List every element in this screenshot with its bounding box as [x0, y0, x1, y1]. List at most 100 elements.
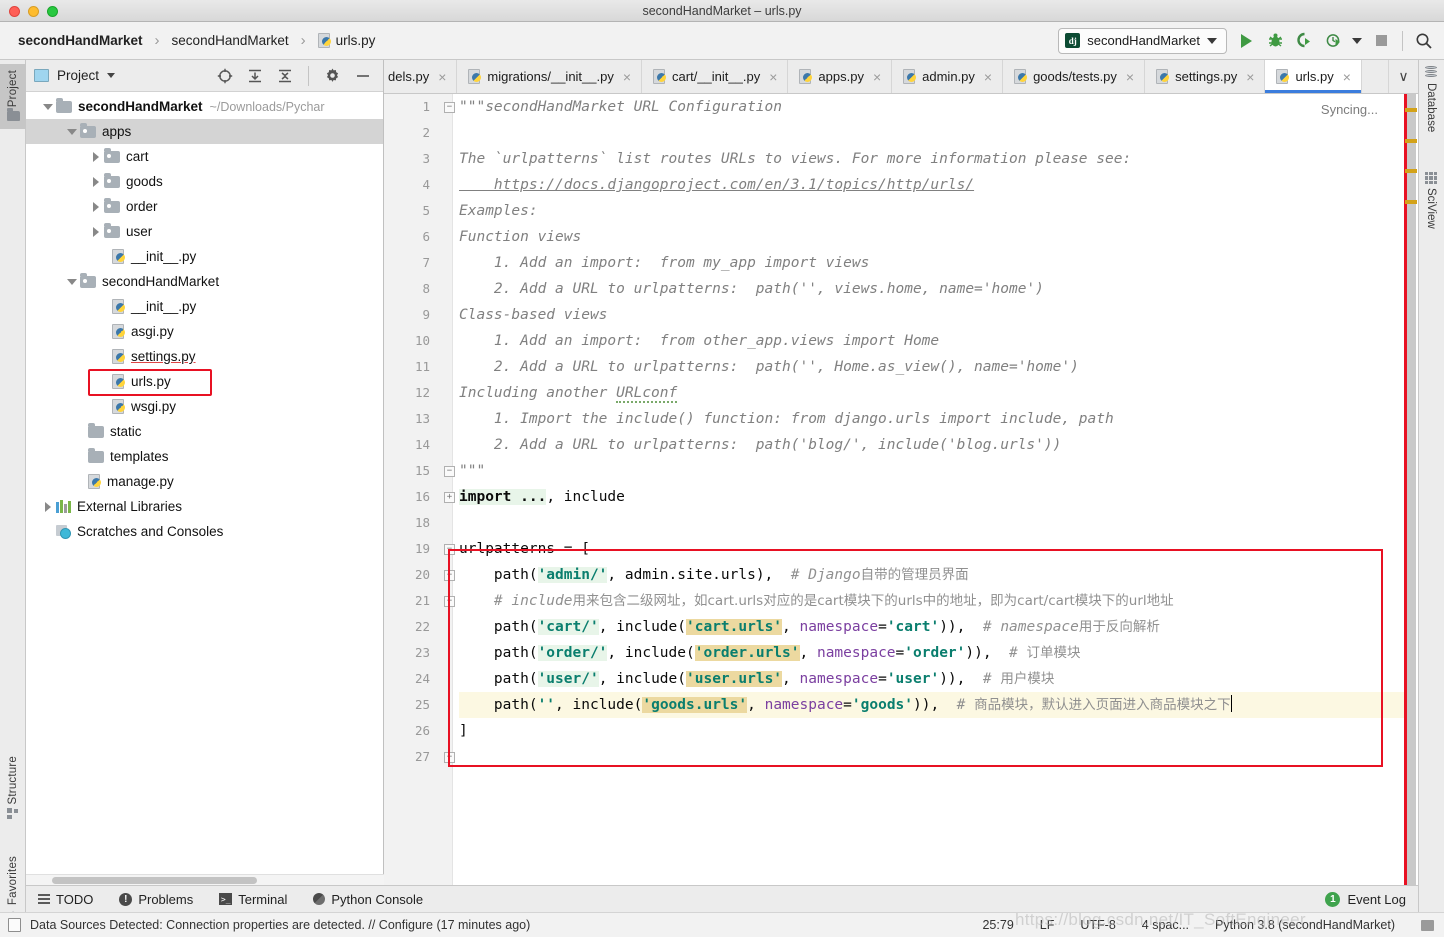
close-window-button[interactable] [9, 6, 20, 17]
editor-tab-goods-tests[interactable]: goods/tests.py × [1003, 60, 1146, 93]
pycharm-window: secondHandMarket – urls.py secondHandMar… [0, 0, 1444, 937]
close-icon[interactable]: × [1343, 70, 1351, 84]
expand-arrow-icon[interactable] [40, 103, 56, 110]
collapse-all-icon[interactable] [276, 67, 293, 84]
bottom-tab-terminal[interactable]: >_ Terminal [219, 892, 287, 907]
tree-item-external-libraries[interactable]: External Libraries [26, 494, 383, 519]
tree-item-goods[interactable]: goods [26, 169, 383, 194]
expand-all-icon[interactable] [246, 67, 263, 84]
warning-marker[interactable] [1405, 139, 1417, 143]
tree-item-user[interactable]: user [26, 219, 383, 244]
profile-dropdown-icon[interactable] [1352, 37, 1362, 44]
expand-arrow-icon[interactable] [64, 278, 80, 285]
tree-item-scratches[interactable]: Scratches and Consoles [26, 519, 383, 544]
sidebar-tab-structure[interactable]: Structure [0, 750, 26, 825]
caret-position[interactable]: 25:79 [982, 918, 1013, 932]
editor-tab-settings[interactable]: settings.py × [1145, 60, 1266, 93]
tree-item-wsgi[interactable]: wsgi.py [26, 394, 383, 419]
bottom-tab-python-console[interactable]: Python Console [313, 892, 423, 907]
maximize-window-button[interactable] [47, 6, 58, 17]
bottom-tab-todo[interactable]: TODO [38, 892, 93, 907]
expand-arrow-icon[interactable] [40, 501, 56, 512]
close-icon[interactable]: × [769, 70, 777, 84]
lock-icon[interactable] [1421, 919, 1434, 931]
status-message[interactable]: Data Sources Detected: Connection proper… [30, 918, 530, 932]
warning-marker[interactable] [1405, 200, 1417, 204]
code-docstring-link[interactable]: https://docs.djangoproject.com/en/3.1/to… [459, 177, 974, 193]
scrollbar-thumb[interactable] [52, 877, 257, 884]
line-separator[interactable]: LF [1040, 918, 1055, 932]
tree-item-cart[interactable]: cart [26, 144, 383, 169]
code-line: 2. Add a URL to urlpatterns: path('', Ho… [459, 354, 1418, 380]
minimize-window-button[interactable] [28, 6, 39, 17]
tree-item-asgi[interactable]: asgi.py [26, 319, 383, 344]
tree-item-order[interactable]: order [26, 194, 383, 219]
tree-item-settings[interactable]: settings.py [26, 344, 383, 369]
tree-item-secondhandmarket-root[interactable]: secondHandMarket ~/Downloads/Pychar [26, 94, 383, 119]
editor-tab-overflow-icon[interactable]: ∨ [1388, 60, 1418, 93]
stop-icon[interactable] [1371, 31, 1391, 51]
editor-gutter[interactable]: 1 2 3 4 5 6 7 8 9 10 11 12 13 14 15 16 1… [384, 94, 455, 885]
tree-item-manage[interactable]: manage.py [26, 469, 383, 494]
code-editor[interactable]: 1 2 3 4 5 6 7 8 9 10 11 12 13 14 15 16 1… [384, 94, 1418, 885]
close-icon[interactable]: × [1246, 70, 1254, 84]
hide-panel-icon[interactable] [354, 67, 371, 84]
close-icon[interactable]: × [873, 70, 881, 84]
coverage-icon[interactable] [1294, 31, 1314, 51]
bottom-tab-problems[interactable]: ! Problems [119, 892, 193, 907]
run-configuration-selector[interactable]: dj secondHandMarket [1058, 27, 1227, 54]
event-log-button[interactable]: 1 Event Log [1325, 891, 1418, 907]
tree-item-apps-init[interactable]: __init__.py [26, 244, 383, 269]
warning-marker[interactable] [1405, 169, 1417, 173]
code-text[interactable]: """secondHandMarket URL Configuration Th… [454, 94, 1418, 885]
python-interpreter[interactable]: Python 3.8 (secondHandMarket) [1215, 918, 1395, 932]
expand-arrow-icon[interactable] [88, 151, 104, 162]
tree-item-templates[interactable]: templates [26, 444, 383, 469]
close-icon[interactable]: × [623, 70, 631, 84]
editor-tab-migrations-init[interactable]: migrations/__init__.py × [457, 60, 643, 93]
close-icon[interactable]: × [1126, 70, 1134, 84]
scrollbar-thumb[interactable] [1407, 94, 1416, 885]
code-keyword-import[interactable]: import ... [459, 489, 547, 505]
debug-icon[interactable] [1265, 31, 1285, 51]
chevron-down-icon[interactable] [1207, 37, 1217, 44]
indent-setting[interactable]: 4 spac... [1142, 918, 1189, 932]
project-tree[interactable]: secondHandMarket ~/Downloads/Pychar apps… [26, 92, 383, 544]
expand-arrow-icon[interactable] [88, 226, 104, 237]
tree-item-static[interactable]: static [26, 419, 383, 444]
search-everywhere-icon[interactable] [1414, 31, 1434, 51]
locate-icon[interactable] [216, 67, 233, 84]
code-line-current[interactable]: path('', include('goods.urls', namespace… [459, 692, 1418, 718]
run-icon[interactable] [1236, 31, 1256, 51]
sidebar-tab-database[interactable]: Database [1418, 66, 1444, 132]
breadcrumb-item-file[interactable]: urls.py [314, 31, 380, 50]
expand-arrow-icon[interactable] [64, 128, 80, 135]
tree-item-urls[interactable]: urls.py [26, 369, 383, 394]
breadcrumb-item-package[interactable]: secondHandMarket [168, 31, 293, 50]
editor-tab-urls[interactable]: urls.py × [1265, 60, 1362, 93]
editor-tab-cart-init[interactable]: cart/__init__.py × [642, 60, 789, 93]
right-tool-strip: Database SciView [1418, 60, 1444, 937]
tree-item-apps[interactable]: apps [26, 119, 383, 144]
project-horizontal-scrollbar[interactable] [26, 874, 384, 885]
close-icon[interactable]: × [984, 70, 992, 84]
expand-arrow-icon[interactable] [88, 176, 104, 187]
chevron-down-icon[interactable] [107, 73, 116, 78]
file-encoding[interactable]: UTF-8 [1080, 918, 1115, 932]
editor-tab-admin[interactable]: admin.py × [892, 60, 1004, 93]
editor-tab-models[interactable]: dels.py × [384, 60, 458, 93]
warning-marker[interactable] [1405, 108, 1417, 112]
profile-icon[interactable] [1323, 31, 1343, 51]
editor-scrollbar[interactable] [1404, 94, 1418, 885]
tree-item-pkg-init[interactable]: __init__.py [26, 294, 383, 319]
expand-arrow-icon[interactable] [88, 201, 104, 212]
sidebar-tab-sciview[interactable]: SciView [1418, 172, 1444, 229]
notification-icon[interactable] [8, 918, 21, 932]
settings-gear-icon[interactable] [324, 67, 341, 84]
tree-item-secondhandmarket-package[interactable]: secondHandMarket [26, 269, 383, 294]
editor-tab-apps[interactable]: apps.py × [788, 60, 893, 93]
sidebar-tab-project[interactable]: Project [0, 64, 26, 130]
window-controls[interactable] [9, 6, 58, 17]
close-icon[interactable]: × [438, 70, 446, 84]
breadcrumb-item-project[interactable]: secondHandMarket [14, 31, 147, 50]
